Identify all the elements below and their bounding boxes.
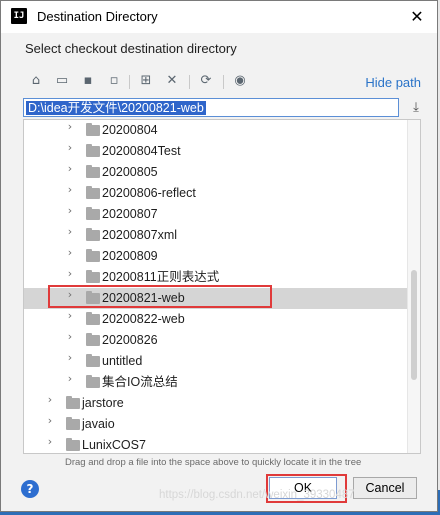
tree-row[interactable]: › 20200809 [24,246,409,267]
tree-item-label: 20200805 [102,165,158,179]
toolbar-divider [189,75,190,89]
tree-item-label: 20200807 [102,207,158,221]
folder-icon [86,270,100,283]
tree-row[interactable]: › LunixCOS7 [24,435,409,453]
watermark-text: https://blog.csdn.net/weixin_39330487 [159,489,355,501]
path-row: D:\idea开发文件\20200821-web ⤓ [23,98,427,118]
tree-item-label: 20200807xml [102,228,178,242]
chevron-right-icon[interactable]: › [64,246,76,267]
path-input[interactable]: D:\idea开发文件\20200821-web [23,98,399,117]
dialog-title: Destination Directory [37,9,158,24]
chevron-right-icon[interactable]: › [64,141,76,162]
folder-icon [86,249,100,262]
destination-directory-dialog: IJ Destination Directory ✕ Select checko… [0,0,438,512]
selected-folder-highlight [48,285,272,308]
tree-item-label: 20200809 [102,249,158,263]
folder-icon [86,228,100,241]
tree-scrollbar[interactable] [407,120,420,453]
folder-icon [66,438,80,451]
show-hidden-icon[interactable]: ◉ [231,73,249,91]
title-bar: IJ Destination Directory ✕ [1,1,437,33]
folder-icon [66,396,80,409]
project-icon[interactable]: ▪ [79,73,97,91]
folder-icon [86,123,100,136]
tree-row[interactable]: › 20200804 [24,120,409,141]
folder-icon [86,354,100,367]
chevron-right-icon[interactable]: › [64,309,76,330]
tree-row[interactable]: › 20200806-reflect [24,183,409,204]
refresh-icon[interactable]: ⟳ [197,73,215,91]
tree-item-label: untitled [102,354,143,368]
chevron-right-icon[interactable]: › [64,120,76,141]
folder-icon [86,333,100,346]
folder-icon [86,207,100,220]
tree-row[interactable]: › 20200826 [24,330,409,351]
tree-item-label: 20200822-web [102,312,185,326]
drag-drop-hint: Drag and drop a file into the space abov… [65,457,362,468]
toolbar-divider [129,75,130,89]
folder-icon [66,417,80,430]
cancel-button[interactable]: Cancel [353,477,417,499]
desktop-icon[interactable]: ▭ [53,73,71,91]
help-button[interactable]: ? [21,480,39,498]
tree-row[interactable]: › 20200807xml [24,225,409,246]
chevron-right-icon[interactable]: › [64,204,76,225]
chevron-right-icon[interactable]: › [64,372,76,393]
chevron-right-icon[interactable]: › [44,414,56,435]
scrollbar-thumb[interactable] [411,270,417,380]
chevron-right-icon[interactable]: › [64,183,76,204]
tree-item-label: 20200826 [102,333,158,347]
folder-icon [86,144,100,157]
folder-icon [86,375,100,388]
tree-row[interactable]: › 20200807 [24,204,409,225]
tree-row[interactable]: › 20200822-web [24,309,409,330]
chevron-right-icon[interactable]: › [44,393,56,414]
new-folder-icon[interactable]: ⊞ [137,73,155,91]
folder-icon [86,312,100,325]
tree-row[interactable]: › javaio [24,414,409,435]
chevron-right-icon[interactable]: › [64,225,76,246]
hide-path-link[interactable]: Hide path [365,75,421,90]
tree-item-label: 20200804Test [102,144,181,158]
file-chooser-toolbar: ⌂ ▭ ▪ ▫ ⊞ ✕ ⟳ ◉ Hide path [25,71,425,95]
chevron-right-icon[interactable]: › [64,162,76,183]
tree-row[interactable]: › 20200804Test [24,141,409,162]
delete-icon[interactable]: ✕ [163,73,181,91]
dialog-subtitle: Select checkout destination directory [25,41,237,56]
path-value: D:\idea开发文件\20200821-web [26,101,206,115]
tree-item-label: 20200806-reflect [102,186,196,200]
toolbar-divider [223,75,224,89]
folder-icon [86,186,100,199]
tree-item-label: jarstore [82,396,124,410]
tree-row[interactable]: › 20200805 [24,162,409,183]
tree-row[interactable]: › 集合IO流总结 [24,372,409,393]
close-button[interactable]: ✕ [405,5,429,29]
chevron-right-icon[interactable]: › [64,330,76,351]
folder-icon [86,165,100,178]
tree-item-label: LunixCOS7 [82,438,146,452]
intellij-app-icon: IJ [11,8,27,24]
tree-item-label: javaio [82,417,115,431]
chevron-right-icon[interactable]: › [64,351,76,372]
tree-item-label: 20200804 [102,123,158,137]
tree-row[interactable]: › untitled [24,351,409,372]
chevron-right-icon[interactable]: › [44,435,56,453]
tree-row[interactable]: › jarstore [24,393,409,414]
home-icon[interactable]: ⌂ [27,73,45,91]
tree-item-label: 集合IO流总结 [102,375,178,389]
download-arrow-icon[interactable]: ⤓ [407,98,425,117]
module-icon[interactable]: ▫ [105,73,123,91]
